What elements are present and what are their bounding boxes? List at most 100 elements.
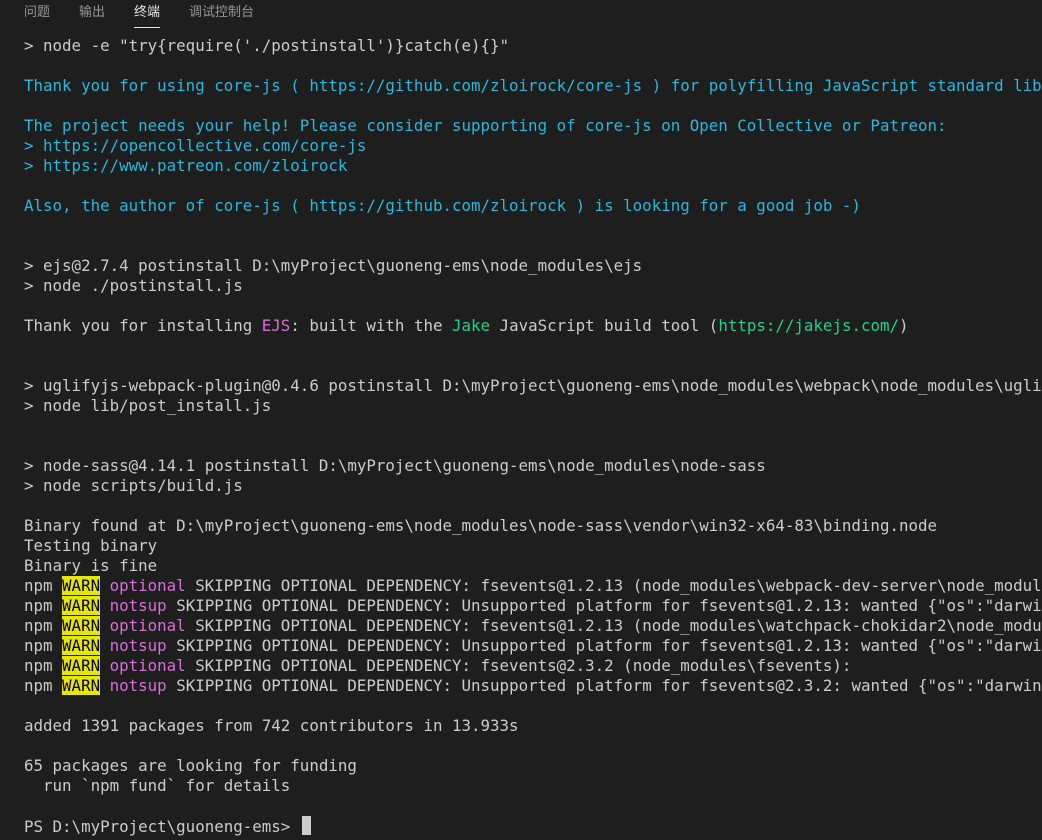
terminal-line: added 1391 packages from 742 contributor…	[24, 716, 1042, 736]
terminal-text: Binary is fine	[24, 556, 158, 575]
terminal-line: npm WARN notsup SKIPPING OPTIONAL DEPEND…	[24, 676, 1042, 696]
terminal-output[interactable]: > node -e "try{require('./postinstall')}…	[24, 36, 1042, 836]
terminal-text: > node-sass@4.14.1 postinstall D:\myProj…	[24, 456, 766, 475]
terminal-text: > node lib/post_install.js	[24, 396, 272, 415]
warn-badge: WARN	[62, 676, 101, 695]
terminal-text: https://jakejs.com/	[718, 316, 900, 335]
terminal-text: Thank you for installing	[24, 316, 262, 335]
terminal-text: optional	[109, 616, 186, 635]
prompt-line[interactable]: PS D:\myProject\guoneng-ems>	[24, 816, 1042, 836]
terminal-line: The project needs your help! Please cons…	[24, 116, 1042, 136]
terminal-text: run `npm fund` for details	[24, 776, 291, 795]
terminal-text: Jake	[452, 316, 491, 335]
tab-debug-console[interactable]: 调试控制台	[189, 0, 254, 27]
terminal-panel: 问题 输出 终端 调试控制台 > node -e "try{require('.…	[0, 0, 1042, 840]
terminal-text: npm	[24, 656, 63, 675]
tab-problems[interactable]: 问题	[24, 0, 50, 27]
terminal-line: > ejs@2.7.4 postinstall D:\myProject\guo…	[24, 256, 1042, 276]
tab-terminal[interactable]: 终端	[134, 0, 161, 28]
terminal-text: > node -e "try{require('./postinstall')}…	[24, 36, 510, 55]
terminal-text: npm	[24, 576, 63, 595]
terminal-text: Binary found at D:\myProject\guoneng-ems…	[24, 516, 938, 535]
terminal-line: npm WARN optional SKIPPING OPTIONAL DEPE…	[24, 616, 1042, 636]
warn-badge: WARN	[62, 596, 101, 615]
terminal-line: > uglifyjs-webpack-plugin@0.4.6 postinst…	[24, 376, 1042, 396]
terminal-text: 65 packages are looking for funding	[24, 756, 357, 775]
panel-tab-bar: 问题 输出 终端 调试控制台	[0, 0, 1042, 28]
terminal-line: Binary found at D:\myProject\guoneng-ems…	[24, 516, 1042, 536]
shell-prompt: PS D:\myProject\guoneng-ems>	[24, 817, 300, 836]
terminal-text: > https://opencollective.com/core-js	[24, 136, 367, 155]
warn-badge: WARN	[62, 576, 101, 595]
terminal-line: > node -e "try{require('./postinstall')}…	[24, 36, 1042, 56]
warn-badge: WARN	[62, 656, 101, 675]
terminal-text: > https://www.patreon.com/zloirock	[24, 156, 348, 175]
terminal-text: npm	[24, 596, 63, 615]
terminal-text: Testing binary	[24, 536, 158, 555]
terminal-line: Also, the author of core-js ( https://gi…	[24, 196, 1042, 216]
terminal-text: > ejs@2.7.4 postinstall D:\myProject\guo…	[24, 256, 643, 275]
terminal-text: Also, the author of core-js ( https://gi…	[24, 196, 861, 215]
terminal-line: npm WARN notsup SKIPPING OPTIONAL DEPEND…	[24, 596, 1042, 616]
terminal-text: npm	[24, 616, 63, 635]
terminal-text: SKIPPING OPTIONAL DEPENDENCY: Unsupporte…	[166, 636, 1042, 655]
terminal-line: > node scripts/build.js	[24, 476, 1042, 496]
terminal-text: EJS	[261, 316, 291, 335]
terminal-text: > uglifyjs-webpack-plugin@0.4.6 postinst…	[24, 376, 1042, 395]
terminal-text: SKIPPING OPTIONAL DEPENDENCY: Unsupporte…	[166, 676, 1042, 695]
terminal-text: notsup	[109, 636, 167, 655]
terminal-line: > node lib/post_install.js	[24, 396, 1042, 416]
terminal-line: Thank you for using core-js ( https://gi…	[24, 76, 1042, 96]
terminal-text: npm	[24, 636, 63, 655]
terminal-text: : built with the	[290, 316, 452, 335]
terminal-text: > node scripts/build.js	[24, 476, 243, 495]
terminal-line: 65 packages are looking for funding	[24, 756, 1042, 776]
terminal-line: Testing binary	[24, 536, 1042, 556]
terminal-text: notsup	[109, 596, 167, 615]
terminal-text: npm	[24, 676, 63, 695]
terminal-text: JavaScript build tool (	[490, 316, 719, 335]
terminal-text: SKIPPING OPTIONAL DEPENDENCY: Unsupporte…	[166, 596, 1042, 615]
terminal-line: Thank you for installing EJS: built with…	[24, 316, 1042, 336]
terminal-line: > https://opencollective.com/core-js	[24, 136, 1042, 156]
terminal-text: SKIPPING OPTIONAL DEPENDENCY: fsevents@2…	[185, 656, 852, 675]
tab-output[interactable]: 输出	[79, 0, 105, 27]
terminal-text: SKIPPING OPTIONAL DEPENDENCY: fsevents@1…	[185, 616, 1042, 635]
terminal-line: npm WARN optional SKIPPING OPTIONAL DEPE…	[24, 576, 1042, 596]
terminal-text: added 1391 packages from 742 contributor…	[24, 716, 519, 735]
cursor	[301, 816, 311, 835]
terminal-line: > https://www.patreon.com/zloirock	[24, 156, 1042, 176]
terminal-text: optional	[109, 656, 186, 675]
terminal-text: notsup	[109, 676, 167, 695]
terminal-text: The project needs your help! Please cons…	[24, 116, 947, 135]
terminal-text: optional	[109, 576, 186, 595]
terminal-text: Thank you for using core-js ( https://gi…	[24, 76, 1042, 95]
terminal-line: npm WARN notsup SKIPPING OPTIONAL DEPEND…	[24, 636, 1042, 656]
warn-badge: WARN	[62, 636, 101, 655]
terminal-line: > node-sass@4.14.1 postinstall D:\myProj…	[24, 456, 1042, 476]
warn-badge: WARN	[62, 616, 101, 635]
terminal-text: SKIPPING OPTIONAL DEPENDENCY: fsevents@1…	[185, 576, 1042, 595]
terminal-line: > node ./postinstall.js	[24, 276, 1042, 296]
terminal-line: run `npm fund` for details	[24, 776, 1042, 796]
terminal-line: Binary is fine	[24, 556, 1042, 576]
